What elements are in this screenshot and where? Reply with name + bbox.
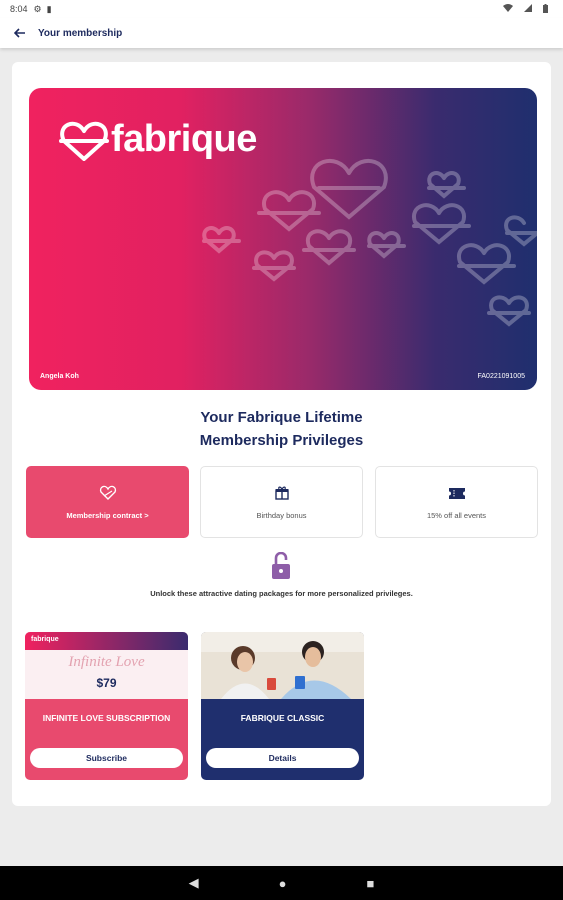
logo-heart-icon (59, 121, 109, 161)
details-button[interactable]: Details (206, 748, 359, 768)
privileges-tiles: Membership contract > Birthday bonus 15%… (26, 466, 538, 538)
privilege-label: 15% off all events (426, 511, 487, 520)
back-arrow-icon[interactable] (13, 26, 26, 41)
system-nav-bar: ◀ ● ■ (0, 866, 563, 900)
package-name: INFINITE LOVE SUBSCRIPTION (42, 713, 171, 723)
member-id: FA0221091005 (477, 373, 526, 380)
membership-panel: fabrique Angela Koh FA0221091005 Your Fa… (12, 62, 551, 806)
couple-photo (201, 632, 364, 699)
battery-icon (543, 3, 548, 15)
infinite-love-banner: fabrique Infinite Love $79 (25, 632, 188, 699)
sim-icon: ▮ (46, 3, 52, 14)
membership-card: fabrique Angela Koh FA0221091005 (29, 88, 537, 390)
app-bar: Your membership (0, 18, 563, 48)
privileges-heading: Your Fabrique Lifetime Membership Privil… (12, 406, 551, 452)
page-title: Your membership (38, 27, 123, 39)
contract-heart-icon (99, 484, 117, 502)
wifi-icon (503, 4, 513, 14)
events-discount-tile[interactable]: 15% off all events (375, 466, 538, 538)
privilege-label: Birthday bonus (256, 511, 307, 520)
unlock-message: Unlock these attractive dating packages … (150, 589, 413, 598)
banner-price: $79 (96, 676, 117, 690)
subscribe-button[interactable]: Subscribe (30, 748, 183, 768)
birthday-bonus-tile[interactable]: Birthday bonus (200, 466, 363, 538)
heading-line-1: Your Fabrique Lifetime (200, 409, 363, 426)
ticket-icon (448, 484, 465, 502)
fabrique-logo: fabrique (59, 118, 257, 161)
nav-home-icon[interactable]: ● (279, 876, 287, 891)
privilege-label: Membership contract > (66, 511, 149, 520)
gift-icon (274, 484, 289, 502)
package-fabrique-classic[interactable]: FABRIQUE CLASSIC Details (201, 632, 364, 780)
banner-logo: fabrique (31, 636, 59, 643)
banner-script-title: Infinite Love (68, 654, 145, 670)
card-holder-name: Angela Koh (40, 373, 79, 380)
membership-contract-tile[interactable]: Membership contract > (26, 466, 189, 538)
package-infinite-love[interactable]: fabrique Infinite Love $79 INFINITE LOVE… (25, 632, 188, 780)
gear-icon: ⚙ (33, 3, 42, 14)
nav-back-icon[interactable]: ◀ (189, 875, 199, 891)
heading-line-2: Membership Privileges (199, 432, 364, 449)
package-name: FABRIQUE CLASSIC (240, 713, 325, 723)
status-time: 8:04 (10, 4, 28, 14)
nav-recents-icon[interactable]: ■ (367, 876, 375, 891)
status-bar: 8:04 ⚙ ▮ (0, 0, 563, 18)
brand-name: fabrique (111, 118, 257, 160)
unlock-icon (271, 551, 291, 585)
signal-icon (524, 4, 532, 14)
